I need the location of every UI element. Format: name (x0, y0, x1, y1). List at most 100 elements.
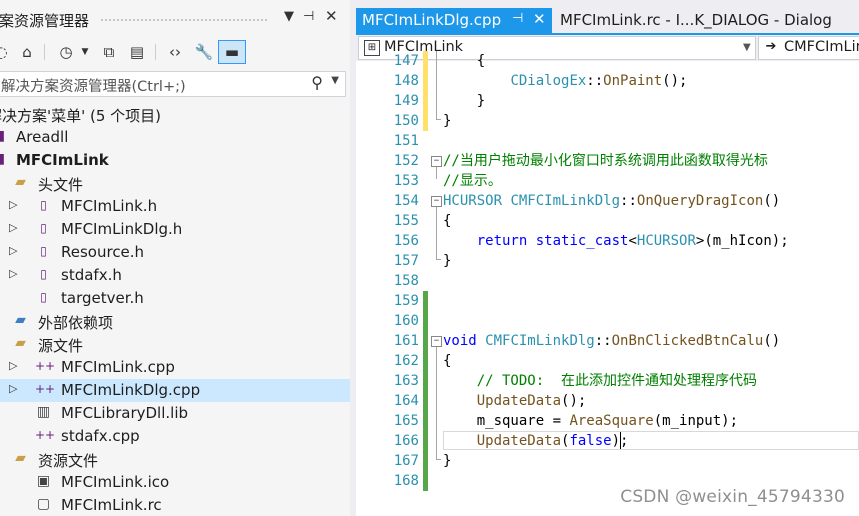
tree-folder-headers[interactable]: ▰ 头文件 (0, 172, 350, 195)
code-line[interactable]: } (443, 91, 485, 111)
show-all-files-icon[interactable]: ▤ (126, 40, 148, 64)
folder-icon: ▰ (15, 335, 26, 351)
close-tab-icon[interactable]: ✕ (533, 10, 546, 28)
outline-guide (436, 347, 437, 459)
code-line[interactable]: } (443, 251, 451, 271)
close-icon[interactable]: ✕ (325, 7, 338, 25)
tree-folder-external-deps[interactable]: ▰ 外部依赖项 (0, 310, 350, 333)
tree-file-mfcimlink-ico[interactable]: ▣ MFCImLink.ico (0, 471, 350, 494)
toolbar-separator (44, 44, 45, 60)
code-line[interactable]: return static_cast<HCURSOR>(m_hIcon); (443, 231, 789, 251)
collapse-all-icon[interactable]: ⧉ (98, 40, 120, 64)
code-line-comment[interactable]: //当用户拖动最小化窗口时系统调用此函数取得光标 (443, 151, 768, 171)
tree-item-label: 外部依赖项 (38, 314, 114, 332)
code-line[interactable]: { (443, 211, 451, 231)
tree-file-stdafx-h[interactable]: ▷ ▯ stdafx.h (0, 264, 350, 287)
home-icon[interactable]: ⌂ (17, 40, 37, 64)
tree-file-mfcimlink-cpp[interactable]: ▷ ++ MFCImLink.cpp (0, 356, 350, 379)
tree-folder-resources[interactable]: ▰ 资源文件 (0, 448, 350, 471)
project-icon: ■ (0, 151, 7, 168)
code-line-comment[interactable]: //显示。 (443, 171, 502, 191)
collapse-comment-icon[interactable]: − (431, 156, 442, 167)
tree-solution-node[interactable]: 解决方案'菜单' (5 个项目) (0, 103, 350, 126)
external-deps-icon: ▰ (15, 312, 26, 328)
expand-arrow-icon[interactable]: ▷ (9, 359, 17, 372)
code-line[interactable]: } (443, 451, 451, 471)
tree-file-resource-h[interactable]: ▷ ▯ Resource.h (0, 241, 350, 264)
back-icon[interactable]: ◌ (0, 40, 8, 64)
tree-file-mfcimlinkdlg-cpp[interactable]: ▷ ++ MFCImLinkDlg.cpp (0, 379, 350, 402)
tree-folder-sources[interactable]: ▰ 源文件 (0, 333, 350, 356)
history-icon[interactable]: ◷ (55, 40, 77, 64)
tree-file-mfclibrarydll-lib[interactable]: ▥ MFCLibraryDll.lib (0, 402, 350, 425)
search-placeholder: 解决方案资源管理器(Ctrl+;) (1, 79, 186, 95)
code-line[interactable]: HCURSOR CMFCImLinkDlg::OnQueryDragIcon() (443, 191, 780, 211)
code-line[interactable]: { (443, 51, 485, 71)
expand-arrow-icon[interactable]: ▷ (9, 267, 17, 280)
code-line[interactable]: { (443, 351, 451, 371)
line-number: 168 (393, 473, 419, 489)
code-function-token: OnPaint (603, 73, 663, 89)
tree-file-stdafx-cpp[interactable]: ++ stdafx.cpp (0, 425, 350, 448)
search-box[interactable]: 解决方案资源管理器(Ctrl+;) ⚲ ▼ (0, 71, 346, 97)
history-dropdown-icon[interactable]: ▼ (80, 40, 90, 64)
outline-guide (436, 207, 437, 259)
tree-item-label: 源文件 (38, 337, 84, 355)
code-line-current[interactable]: UpdateData(false); (443, 431, 629, 451)
line-number: 158 (393, 273, 419, 289)
header-file-icon: ▯ (40, 244, 47, 258)
class-dropdown[interactable]: ➔ CMFCImLinkDlg (758, 36, 859, 60)
code-text: } (443, 113, 452, 129)
preview-selected-icon[interactable]: ▬ (218, 40, 246, 64)
tree-project-areadll[interactable]: ■ Areadll (0, 126, 350, 149)
line-number: 149 (393, 93, 419, 109)
navigation-bar: ⊞ MFCImLink ▼ ➔ CMFCImLinkDlg (356, 35, 859, 61)
code-line[interactable]: UpdateData(); (443, 391, 587, 411)
tree-item-label: 资源文件 (38, 452, 99, 470)
expand-arrow-icon[interactable]: ▷ (9, 221, 17, 234)
class-arrow-icon: ➔ (765, 39, 777, 54)
code-line[interactable]: void CMFCImLinkDlg::OnBnClickedBtnCalu() (443, 331, 780, 351)
document-tab-well: MFCImLinkDlg.cpp ⊣ ✕ MFCImLink.rc - I...… (356, 0, 859, 34)
expand-arrow-icon[interactable]: ▷ (9, 244, 17, 257)
tree-file-mfcimlinkdlg-h[interactable]: ▷ ▯ MFCImLinkDlg.h (0, 218, 350, 241)
tree-project-mfcimlink[interactable]: ■ MFCImLink (0, 149, 350, 172)
line-number: 160 (393, 313, 419, 329)
tree-item-label: 头文件 (38, 176, 84, 194)
tree-file-targetver-h[interactable]: ▯ targetver.h (0, 287, 350, 310)
code-text: } (443, 253, 452, 269)
code-text: { (443, 53, 486, 69)
cpp-file-icon: ++ (35, 382, 56, 396)
code-line[interactable]: } (443, 111, 451, 131)
tree-file-mfcimlink-h[interactable]: ▷ ▯ MFCImLink.h (0, 195, 350, 218)
line-number: 166 (393, 433, 419, 449)
image-file-icon: ▣ (36, 473, 51, 489)
drag-grip[interactable] (100, 18, 268, 23)
pin-icon[interactable]: ⊣ (303, 9, 314, 24)
collapse-function-icon[interactable]: − (431, 336, 442, 347)
line-number: 150 (393, 113, 419, 129)
tree-file-mfcimlink-rc[interactable]: ▢ MFCImLink.rc (0, 494, 350, 516)
line-number: 164 (393, 393, 419, 409)
tab-mfcimlink-rc-dialog[interactable]: MFCImLink.rc - I...K_DIALOG - Dialog (556, 8, 856, 34)
view-code-icon[interactable]: ‹› (164, 40, 186, 64)
search-options-dropdown-icon[interactable]: ▼ (331, 75, 339, 86)
search-icon[interactable]: ⚲ (311, 73, 323, 92)
chevron-down-icon[interactable]: ▼ (743, 42, 751, 53)
expand-arrow-icon[interactable]: ▷ (9, 382, 17, 395)
code-line[interactable]: CDialogEx::OnPaint(); (443, 71, 687, 91)
code-text: // TODO: 在此添加控件通知处理程序代码 (443, 373, 758, 389)
outline-guide (436, 167, 437, 179)
pin-tab-icon[interactable]: ⊣ (512, 11, 523, 26)
line-number: 163 (393, 373, 419, 389)
rc-file-icon: ▢ (36, 496, 51, 512)
panel-menu-dropdown-icon[interactable]: ▼ (284, 9, 294, 24)
properties-wrench-icon[interactable]: 🔧 (193, 40, 215, 64)
expand-arrow-icon[interactable]: ▷ (9, 198, 17, 211)
code-line-comment[interactable]: // TODO: 在此添加控件通知处理程序代码 (443, 371, 757, 391)
tree-item-label: MFCImLink.rc (61, 496, 162, 514)
collapse-function-icon[interactable]: − (431, 196, 442, 207)
tab-mfcimlinkdlg-cpp[interactable]: MFCImLinkDlg.cpp ⊣ ✕ (356, 8, 552, 34)
code-line[interactable]: m_square = AreaSquare(m_input); (443, 411, 738, 431)
code-type-token: CDialogEx (510, 73, 587, 89)
